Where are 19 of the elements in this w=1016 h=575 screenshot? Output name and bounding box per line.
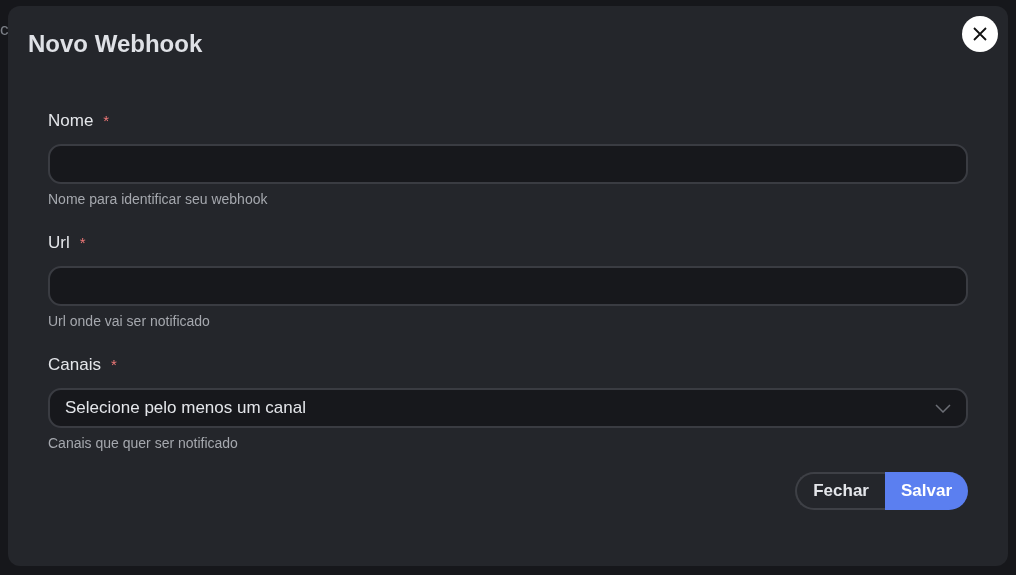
help-text: Nome para identificar seu webhook xyxy=(48,190,269,208)
help-text: Url onde vai ser notificado xyxy=(48,312,211,330)
field-label: Canais xyxy=(48,354,101,376)
input-field[interactable] xyxy=(48,266,968,306)
required-mark: * xyxy=(110,355,117,375)
input-field[interactable] xyxy=(48,144,968,184)
dialog-title: Novo Webhook xyxy=(28,30,204,58)
channel-dropdown[interactable]: Selecione pelo menos um canal xyxy=(48,388,968,428)
close-icon xyxy=(973,27,987,41)
required-mark: * xyxy=(103,111,110,131)
chevron-down-icon xyxy=(935,403,951,413)
field-label: Url xyxy=(48,232,70,254)
close-dialog-button[interactable]: Fechar xyxy=(795,472,885,510)
help-text: Canais que quer ser notificado xyxy=(48,434,239,452)
close-button[interactable] xyxy=(962,16,998,52)
background-text: c xyxy=(0,20,9,40)
field-label: Nome xyxy=(48,110,94,132)
save-button[interactable]: Salvar xyxy=(884,472,968,510)
required-mark: * xyxy=(79,233,86,253)
